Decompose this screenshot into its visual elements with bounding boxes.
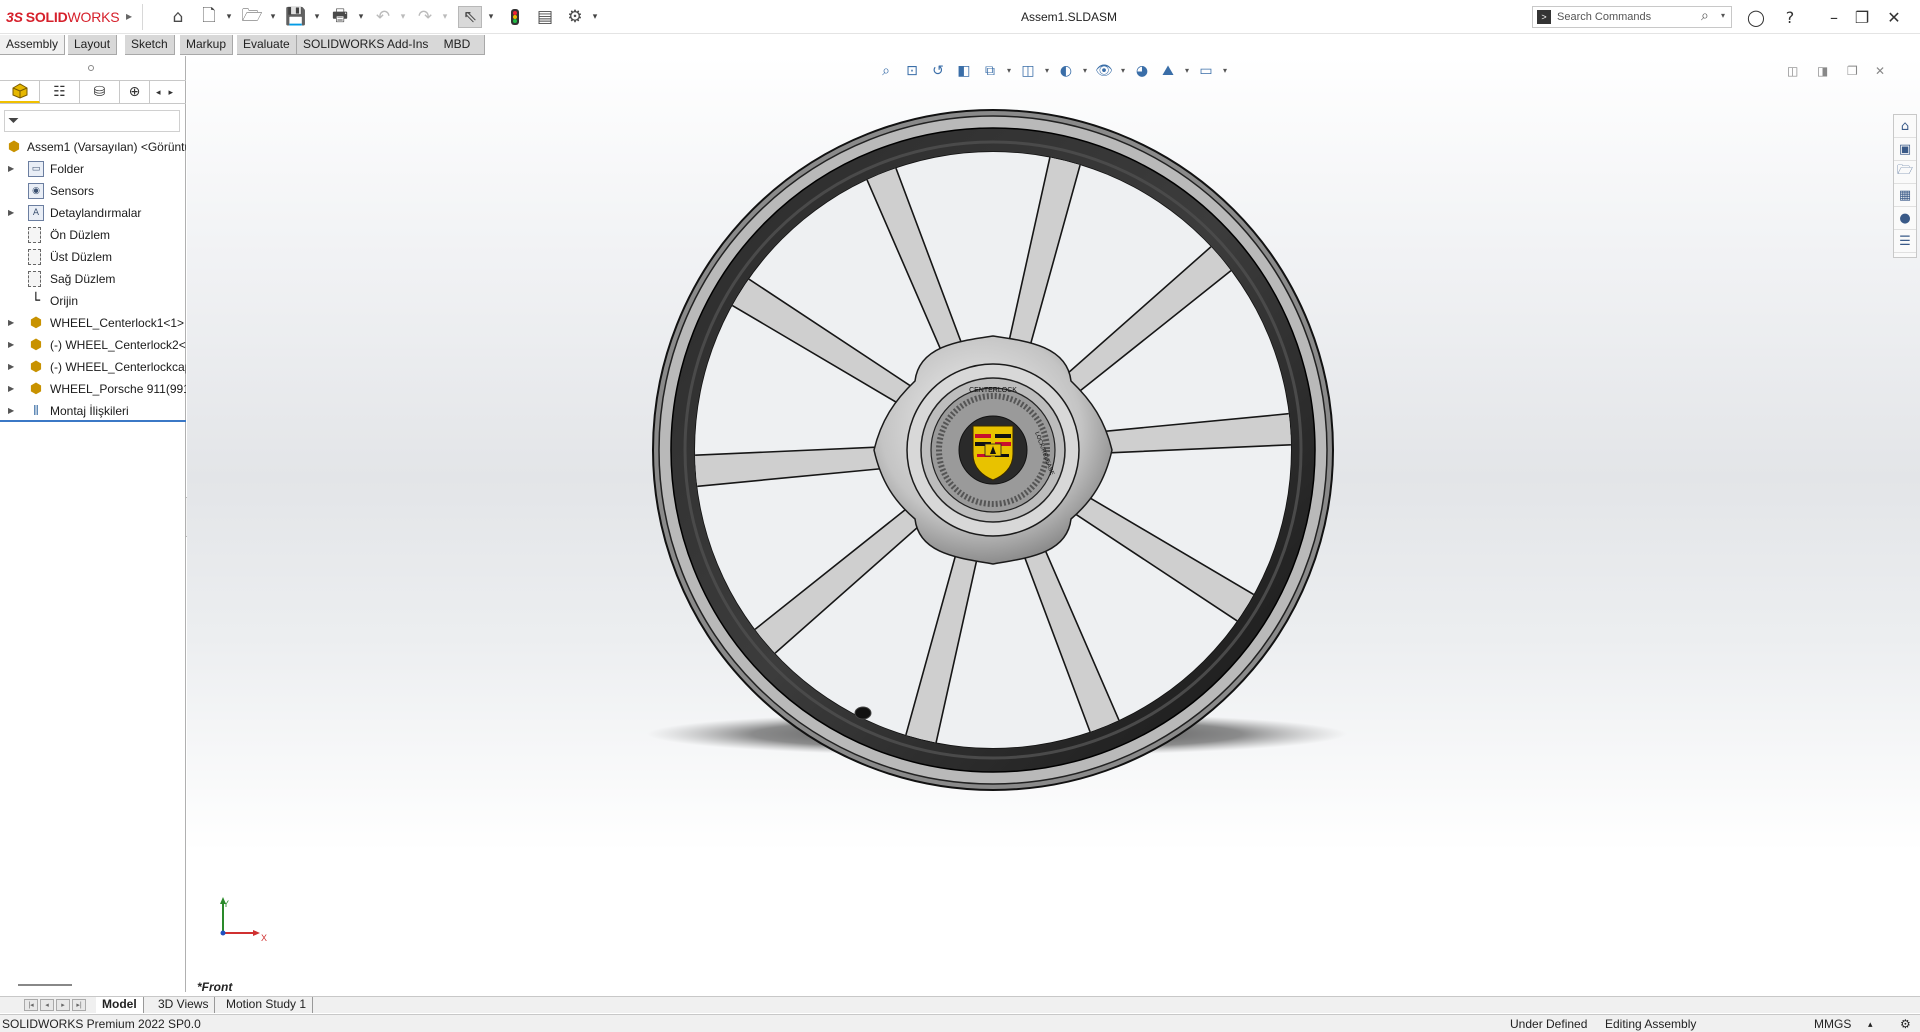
tab-assembly[interactable]: Assembly — [0, 35, 66, 55]
tree-root-assembly[interactable]: ⬢ Assem1 (Varsayılan) <Görüntü — [0, 136, 186, 158]
search-icon[interactable]: ⌕ — [1701, 8, 1709, 24]
tab-layout[interactable]: Layout — [68, 35, 118, 55]
expand-arrow-icon[interactable]: ▶ — [8, 406, 14, 415]
dimxpert-tab-icon[interactable]: ⊕ — [120, 81, 150, 103]
solidworks-resources-icon[interactable]: ⌂ — [1894, 115, 1916, 138]
tree-item-folder[interactable]: ▶ ▭ Folder — [0, 158, 186, 180]
minimize-icon[interactable]: – — [1820, 5, 1848, 29]
expand-arrow-icon[interactable]: ▶ — [8, 362, 14, 371]
tab-3d-views[interactable]: 3D Views — [152, 997, 216, 1013]
wheel-model[interactable]: CENTERLOCK LOCK/RELEASE — [187, 56, 1920, 992]
feature-tree: ⬢ Assem1 (Varsayılan) <Görüntü ▶ ▭ Folde… — [0, 136, 186, 422]
tree-item-part[interactable]: ▶ ⬢ WHEEL_Centerlock1<1> ( — [0, 312, 186, 334]
view-palette-icon[interactable]: ▦ — [1894, 184, 1916, 207]
tree-item-sensors[interactable]: ◉ Sensors — [0, 180, 186, 202]
tree-item-part[interactable]: ▶ ⬢ WHEEL_Porsche 911(991)t — [0, 378, 186, 400]
feature-manager-tabs: ☷ ⛁ ⊕ ◂ ▸ — [0, 80, 186, 104]
tree-item-top-plane[interactable]: Üst Düzlem — [0, 246, 186, 268]
expand-arrow-icon[interactable]: ▶ — [8, 340, 14, 349]
tab-mbd[interactable]: MBD — [430, 35, 485, 55]
tab-motion-study[interactable]: Motion Study 1 — [220, 997, 314, 1013]
design-library-icon[interactable]: ▣ — [1894, 138, 1916, 161]
editing-mode: Editing Assembly — [1605, 1017, 1697, 1031]
tab-evaluate[interactable]: Evaluate — [237, 35, 297, 55]
plane-icon — [28, 271, 41, 287]
tree-item-mates[interactable]: ▶ ⫴ Montaj İlişkileri — [0, 400, 186, 422]
emblem-text-top: CENTERLOCK — [969, 387, 1017, 394]
feature-tree-tab-icon[interactable] — [0, 81, 40, 103]
view-orientation-label: *Front — [197, 980, 233, 994]
folder-icon: ▭ — [28, 161, 44, 177]
appearances-icon[interactable]: ● — [1894, 207, 1916, 230]
feature-manager-panel: ☷ ⛁ ⊕ ◂ ▸ ⏷ ⬢ Assem1 (Varsayılan) <Görünt… — [0, 56, 186, 992]
expand-arrow-icon[interactable]: ▶ — [8, 164, 14, 173]
next-tab-icon[interactable]: ▸ — [56, 999, 70, 1011]
tabs-scroll-left-icon[interactable]: ◂ — [156, 87, 161, 98]
coordinate-triad — [220, 897, 260, 936]
plane-icon — [28, 227, 41, 243]
status-settings-icon[interactable]: ⚙ — [1900, 1017, 1911, 1031]
assembly-icon: ⬢ — [7, 139, 21, 155]
expand-arrow-icon[interactable]: ▶ — [8, 208, 14, 217]
tab-model[interactable]: Model — [96, 997, 144, 1013]
graphics-area[interactable]: ⌕ ⊡ ↺ ◧ ⧉ ▾ ◫ ▾ ◐ ▾ 👁 ▾ ◕ ⛰ ▾ ▭ ▾ ◫ ◨ ❐ … — [187, 56, 1920, 992]
search-commands-box[interactable]: > Search Commands ⌕ ▾ — [1532, 6, 1732, 28]
part-icon: ⬢ — [29, 359, 43, 375]
product-version: SOLIDWORKS Premium 2022 SP0.0 — [2, 1017, 201, 1031]
expand-arrow-icon[interactable]: ▶ — [8, 384, 14, 393]
tree-item-front-plane[interactable]: Ön Düzlem — [0, 224, 186, 246]
user-account-icon[interactable]: ◯ — [1742, 5, 1770, 29]
part-icon: ⬢ — [29, 315, 43, 331]
restore-icon[interactable]: ❐ — [1848, 5, 1876, 29]
title-bar: 3S SOLIDWORKS ▸ ⌂ 🗋 ▾ 🗁 ▾ 💾 ▾ 🖶 ▾ ↶ ▾ ↷ ▾… — [0, 0, 1920, 34]
configuration-manager-tab-icon[interactable]: ⛁ — [80, 81, 120, 103]
help-icon[interactable]: ? — [1776, 5, 1804, 29]
command-prompt-icon: > — [1537, 10, 1551, 24]
origin-icon: └ — [31, 293, 41, 309]
annotations-icon: A — [28, 205, 44, 221]
unit-system[interactable]: MMGS — [1814, 1017, 1851, 1031]
tab-solidworks-add-ins[interactable]: SOLIDWORKS Add-Ins — [297, 35, 436, 55]
tree-item-part[interactable]: ▶ ⬢ (-) WHEEL_Centerlock2<1 — [0, 334, 186, 356]
panel-scrollbar[interactable] — [18, 984, 72, 986]
mates-icon: ⫴ — [33, 403, 39, 419]
triad-y-label: Y — [223, 899, 230, 909]
tabs-scroll-right-icon[interactable]: ▸ — [169, 87, 174, 98]
status-bar: SOLIDWORKS Premium 2022 SP0.0 Under Defi… — [0, 1014, 1920, 1032]
search-input[interactable]: Search Commands — [1557, 11, 1651, 23]
expand-arrow-icon[interactable]: ▶ — [8, 318, 14, 327]
triad-x-label: X — [261, 933, 268, 943]
tree-filter-field[interactable]: ⏷ — [4, 110, 180, 132]
search-dropdown-icon[interactable]: ▾ — [1721, 11, 1725, 20]
plane-icon — [28, 249, 41, 265]
filter-funnel-icon[interactable]: ⏷ — [8, 113, 19, 129]
panel-grip-handle[interactable] — [88, 65, 94, 71]
prev-tab-icon[interactable]: ◂ — [40, 999, 54, 1011]
tree-item-origin[interactable]: └ Orijin — [0, 290, 186, 312]
tab-navigation: |◂ ◂ ▸ ▸| — [24, 999, 86, 1011]
model-tabs-bar: |◂ ◂ ▸ ▸| Model 3D Views Motion Study 1 — [0, 996, 1920, 1013]
task-pane: ⌂ ▣ 🗁 ▦ ● ☰ — [1893, 114, 1917, 258]
tree-item-annotations[interactable]: ▶ A Detaylandırmalar — [0, 202, 186, 224]
sensor-icon: ◉ — [28, 183, 44, 199]
first-tab-icon[interactable]: |◂ — [24, 999, 38, 1011]
close-icon[interactable]: ✕ — [1880, 5, 1908, 29]
command-manager-tabs: Assembly Layout Sketch Markup Evaluate S… — [0, 35, 1920, 55]
tree-item-right-plane[interactable]: Sağ Düzlem — [0, 268, 186, 290]
last-tab-icon[interactable]: ▸| — [72, 999, 86, 1011]
unit-system-arrow-icon[interactable]: ▴ — [1868, 1019, 1873, 1030]
part-icon: ⬢ — [29, 337, 43, 353]
file-explorer-icon[interactable]: 🗁 — [1894, 161, 1916, 184]
tab-sketch[interactable]: Sketch — [125, 35, 175, 55]
tab-markup[interactable]: Markup — [180, 35, 234, 55]
valve-stem — [854, 706, 872, 720]
part-icon: ⬢ — [29, 381, 43, 397]
definition-status: Under Defined — [1510, 1017, 1588, 1031]
tree-item-part[interactable]: ▶ ⬢ (-) WHEEL_Centerlockcap — [0, 356, 186, 378]
property-manager-tab-icon[interactable]: ☷ — [40, 81, 80, 103]
custom-properties-icon[interactable]: ☰ — [1894, 230, 1916, 253]
